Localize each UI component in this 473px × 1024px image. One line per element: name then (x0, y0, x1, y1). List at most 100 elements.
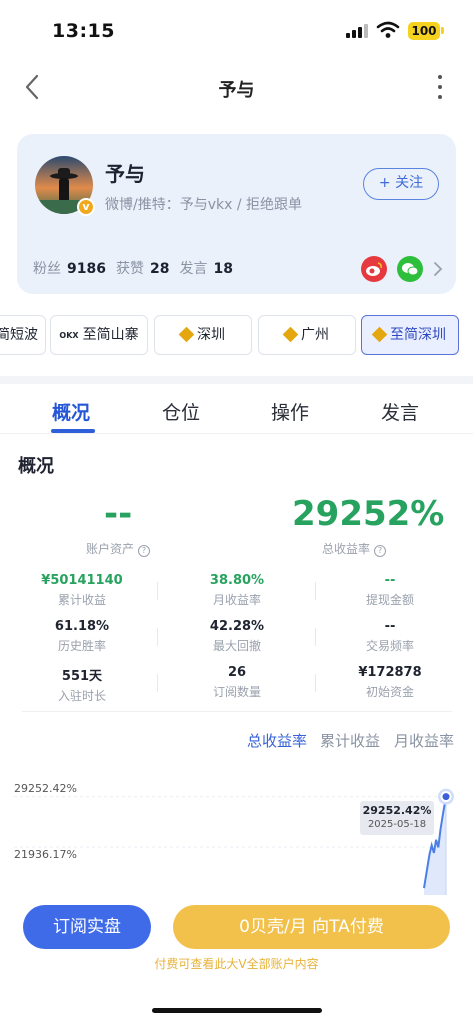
metric-value: 42.28% (209, 619, 265, 634)
metric-value: ¥50141140 (41, 573, 123, 588)
cta-note: 付费可查看此大V全部账户内容 (154, 957, 319, 971)
metric-label: 交易频率 (365, 639, 414, 653)
status-bar: 13:15 100 (0, 0, 473, 60)
account-assets-value: -- (104, 494, 133, 534)
wechat-icon[interactable] (397, 256, 423, 282)
section-divider (0, 376, 473, 384)
total-return-label: 总收益率? (322, 540, 387, 557)
metric-label: 月收益率 (212, 593, 261, 607)
column-divider (315, 628, 316, 646)
metric-label: 累计收益 (57, 593, 106, 607)
metric-value: ¥172878 (358, 665, 422, 680)
highlight-point[interactable] (440, 791, 452, 803)
active-tab-indicator (51, 429, 95, 433)
profile-name: 予与 (105, 162, 145, 186)
metrics-divider (22, 711, 452, 712)
binance-icon (282, 326, 299, 343)
total-return-label-text: 总收益率 (322, 542, 371, 556)
metric-value: -- (384, 573, 396, 588)
battery-indicator: 100 (408, 22, 440, 40)
metric-value: -- (384, 619, 396, 634)
chip-account-3[interactable]: 深圳 (154, 315, 252, 355)
tab-operations[interactable]: 操作 (271, 398, 309, 425)
page-title: 予与 (218, 80, 255, 101)
metric-label: 历史胜率 (57, 639, 106, 653)
stat-label-likes: 获赞 (115, 261, 144, 277)
metric-trade-frequency: -- 交易频率 (320, 619, 460, 654)
chart-tab-monthly-return[interactable]: 月收益率 (394, 730, 454, 751)
info-icon[interactable]: ? (138, 545, 151, 557)
tooltip-date: 2025-05-18 (367, 819, 427, 830)
subscribe-button[interactable]: 订阅实盘 (23, 905, 151, 949)
tab-posts[interactable]: 发言 (381, 398, 419, 425)
metric-value: 38.80% (209, 573, 265, 588)
column-divider (157, 628, 158, 646)
more-options-icon[interactable] (430, 72, 450, 102)
metric-max-drawdown: 42.28% 最大回撤 (167, 619, 307, 654)
metric-withdrawal: -- 提现金额 (320, 573, 460, 608)
home-indicator (152, 1008, 322, 1013)
profile-stats: 粉丝 9186 获赞 28 发言 18 (33, 258, 243, 278)
account-chips: 简短波 OKX 至简山寨 深圳 广州 至简深圳 (0, 315, 473, 357)
info-icon[interactable]: ? (374, 545, 387, 557)
stat-value-likes: 28 (149, 261, 170, 277)
chip-account-5[interactable]: 至简深圳 (361, 315, 459, 355)
metric-label: 初始资金 (365, 685, 414, 699)
chip-label: 广州 (301, 327, 329, 343)
metric-cumulative-profit: ¥50141140 累计收益 (12, 573, 152, 608)
metric-value: 551天 (61, 669, 103, 684)
stat-label-posts: 发言 (179, 261, 208, 277)
nav-bar: 予与 (0, 60, 473, 114)
total-return-value: 29252% (292, 494, 445, 534)
tooltip-value: 29252.42% (362, 804, 432, 817)
chip-account-2[interactable]: OKX 至简山寨 (50, 315, 148, 355)
chip-label: 深圳 (197, 327, 225, 343)
metric-tenure: 551天入驻时长 (12, 665, 152, 704)
metric-value: 61.18% (54, 619, 110, 634)
tab-overview[interactable]: 概况 (52, 398, 90, 425)
metric-label: 订阅数量 (212, 685, 261, 699)
wifi-icon (376, 21, 400, 38)
chip-account-1[interactable]: 简短波 (0, 315, 46, 355)
column-divider (157, 582, 158, 600)
chip-label: 简短波 (0, 327, 38, 343)
profile-card: v 予与 微博/推特：予与vkx / 拒绝跟单 + 关注 粉丝 9186 获赞 28 发… (17, 134, 456, 294)
column-divider (315, 582, 316, 600)
verified-badge-icon: v (77, 198, 95, 216)
tab-positions[interactable]: 仓位 (162, 398, 200, 425)
follow-button[interactable]: + 关注 (363, 168, 439, 200)
account-assets-label-text: 账户资产 (86, 542, 135, 556)
binance-icon (371, 326, 388, 343)
metric-label: 入驻时长 (57, 689, 106, 703)
stat-value-posts: 18 (213, 261, 233, 277)
column-divider (157, 674, 158, 692)
metric-initial-capital: ¥172878 初始资金 (320, 665, 460, 700)
weibo-icon[interactable] (361, 256, 387, 282)
chevron-right-icon[interactable] (431, 260, 445, 278)
chip-account-4[interactable]: 广州 (258, 315, 356, 355)
chip-label: 至简深圳 (390, 327, 446, 343)
stat-label-fans: 粉丝 (33, 261, 61, 277)
binance-icon (178, 326, 195, 343)
pay-button[interactable]: 0贝壳/月 向TA付费 (173, 905, 450, 949)
chart-tab-total-return[interactable]: 总收益率 (247, 730, 307, 751)
chart-tab-cumulative-profit[interactable]: 累计收益 (320, 730, 380, 751)
trader-profile-page: 13:15 100 予与 v 予与 微博/推特：予与vkx / 拒绝跟单 + 关… (0, 0, 473, 1024)
profile-bio: 微博/推特：予与vkx / 拒绝跟单 (105, 197, 303, 213)
chart-tooltip: 29252.42% 2025-05-18 (360, 801, 434, 835)
chip-label: 至简山寨 (82, 327, 139, 343)
metric-label: 最大回撤 (212, 639, 261, 653)
metric-monthly-return: 38.80% 月收益率 (167, 573, 307, 608)
metric-subscriptions: 26 订阅数量 (167, 665, 307, 700)
column-divider (315, 674, 316, 692)
battery-tip (441, 27, 444, 34)
metric-win-rate: 61.18% 历史胜率 (12, 619, 152, 654)
okx-icon: OKX (59, 331, 79, 340)
stat-value-fans: 9186 (67, 261, 106, 277)
metric-value: 26 (227, 665, 247, 680)
cellular-signal-icon (346, 22, 368, 38)
account-assets-label: 账户资产? (86, 540, 151, 557)
status-time: 13:15 (52, 20, 115, 42)
metric-label: 提现金额 (365, 593, 414, 607)
content-tabs: 概况 仓位 操作 发言 (0, 394, 473, 434)
